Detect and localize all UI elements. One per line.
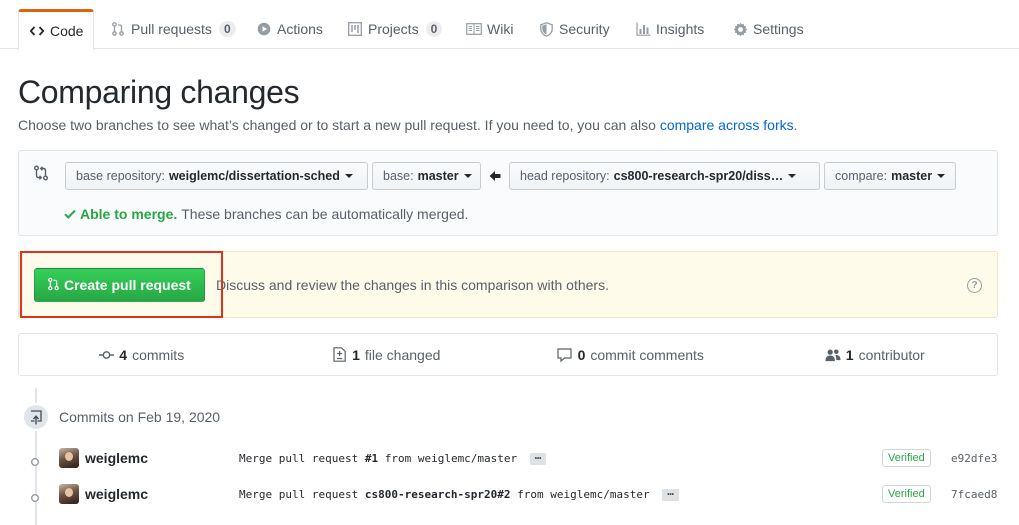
caret-down-icon [344,174,353,178]
tab-actions[interactable]: Actions [246,9,333,49]
caret-down-icon [788,174,797,178]
range-editor: base repository: weiglemc/dissertation-s… [18,150,998,236]
tab-settings[interactable]: Settings [722,9,814,49]
avatar[interactable] [59,484,79,504]
commit-message-ref[interactable]: #1 [365,452,378,465]
tab-label: Code [50,23,84,39]
tab-label: Security [559,21,610,37]
comments-count: 0 [577,346,586,363]
files-label: file changed [364,346,441,363]
gear-icon [732,21,748,37]
commit-row: weiglemc Merge pull request #1 from weig… [18,445,998,475]
help-icon[interactable]: ? [967,278,982,293]
base-repository-label: base repository: [76,169,165,183]
tab-label: Pull requests [131,21,212,37]
commit-sha[interactable]: 7fcaed8 [951,488,997,501]
annotation-highlight-box [20,251,223,318]
commit-message[interactable]: Merge pull request cs800-research-spr20#… [239,486,679,501]
arrow-left-icon [489,169,501,181]
tab-label: Wiki [487,21,514,37]
people-icon [825,347,841,363]
commit-row: weiglemc Merge pull request cs800-resear… [18,481,998,511]
commit-message-ref[interactable]: cs800-research-spr20#2 [365,488,511,501]
verified-badge[interactable]: Verified [882,449,931,467]
tab-pull-requests[interactable]: Pull requests 0 [100,9,246,49]
head-repository-value: cs800-research-spr20/diss… [613,169,784,183]
file-diff-icon [331,347,347,363]
page-subtitle: Choose two branches to see what’s change… [18,117,798,133]
head-repository-label: head repository: [520,169,610,183]
commit-message-suffix: from weiglemc/master [378,452,518,465]
caret-down-icon [937,174,946,178]
tab-code[interactable]: Code [18,9,95,50]
git-compare-icon [33,165,49,181]
pull-requests-count: 0 [218,21,236,37]
commit-node-icon [30,490,40,502]
merge-status: Able to merge. These branches can be aut… [64,206,468,222]
commit-message[interactable]: Merge pull request #1 from weiglemc/mast… [239,450,547,465]
graph-icon [635,21,651,37]
base-branch-select[interactable]: base: master [372,162,481,190]
tab-label: Settings [753,21,804,37]
shield-icon [538,21,554,37]
check-icon [64,206,76,222]
caret-down-icon [463,174,472,178]
tab-insights[interactable]: Insights [625,9,714,49]
commit-author[interactable]: weiglemc [85,486,148,502]
merge-ok-label: Able to merge. [80,206,178,222]
create-pull-request-description: Discuss and review the changes in this c… [216,277,609,293]
expand-commit-message-button[interactable]: … [662,486,679,501]
play-icon [256,21,272,37]
tab-label: Actions [277,21,323,37]
comparison-summary: 4 commits 1 file changed 0 commit commen… [18,333,998,376]
project-icon [347,21,363,37]
tab-label: Insights [656,21,705,37]
compare-across-forks-link[interactable]: compare across forks [660,117,794,133]
verified-badge[interactable]: Verified [882,485,931,503]
commit-sha[interactable]: e92dfe3 [951,452,997,465]
summary-commits[interactable]: 4 commits [19,334,264,375]
commit-icon [98,347,114,363]
contributors-count: 1 [845,346,854,363]
commits-label: commits [132,346,185,363]
files-count: 1 [352,346,360,363]
summary-contributors[interactable]: 1 contributor [753,334,998,375]
base-branch-label: base: [383,169,414,183]
base-branch-value: master [417,169,459,183]
compare-branch-label: compare: [835,169,888,183]
summary-comments[interactable]: 0 commit comments [508,334,753,375]
tab-label: Projects [368,21,419,37]
pull-request-icon [110,21,126,37]
base-repository-value: weiglemc/dissertation-sched [168,169,340,183]
merge-status-text: These branches can be automatically merg… [181,206,469,222]
commit-message-prefix: Merge pull request [239,488,365,501]
code-icon [29,23,45,39]
avatar[interactable] [59,448,79,468]
commit-author[interactable]: weiglemc [85,450,148,466]
tab-projects[interactable]: Projects 0 [337,9,452,49]
commit-node-icon [30,454,40,466]
book-icon [466,21,482,37]
subtitle-text: Choose two branches to see what’s change… [18,117,656,133]
expand-commit-message-button[interactable]: … [529,450,547,465]
page-title: Comparing changes [18,74,300,110]
compare-branch-value: master [891,169,933,183]
commits-count: 4 [119,346,128,363]
head-repository-select[interactable]: head repository: cs800-research-spr20/di… [509,162,820,190]
commit-message-suffix: from weiglemc/master [510,488,650,501]
compare-branch-select[interactable]: compare: master [824,162,956,190]
projects-count: 0 [425,21,443,37]
subtitle-period: . [793,117,798,133]
base-repository-select[interactable]: base repository: weiglemc/dissertation-s… [65,162,368,190]
comments-label: commit comments [590,346,704,363]
contributors-label: contributor [858,346,925,363]
tab-security[interactable]: Security [528,9,620,49]
repo-push-icon [22,403,50,431]
tab-wiki[interactable]: Wiki [456,9,523,49]
commits-group-title: Commits on Feb 19, 2020 [59,409,221,425]
commit-message-prefix: Merge pull request [239,452,365,465]
repo-nav-tabs: Code Pull requests 0 Actions Projects 0 … [0,0,1019,50]
summary-files[interactable]: 1 file changed [264,334,509,375]
comment-icon [557,347,573,363]
